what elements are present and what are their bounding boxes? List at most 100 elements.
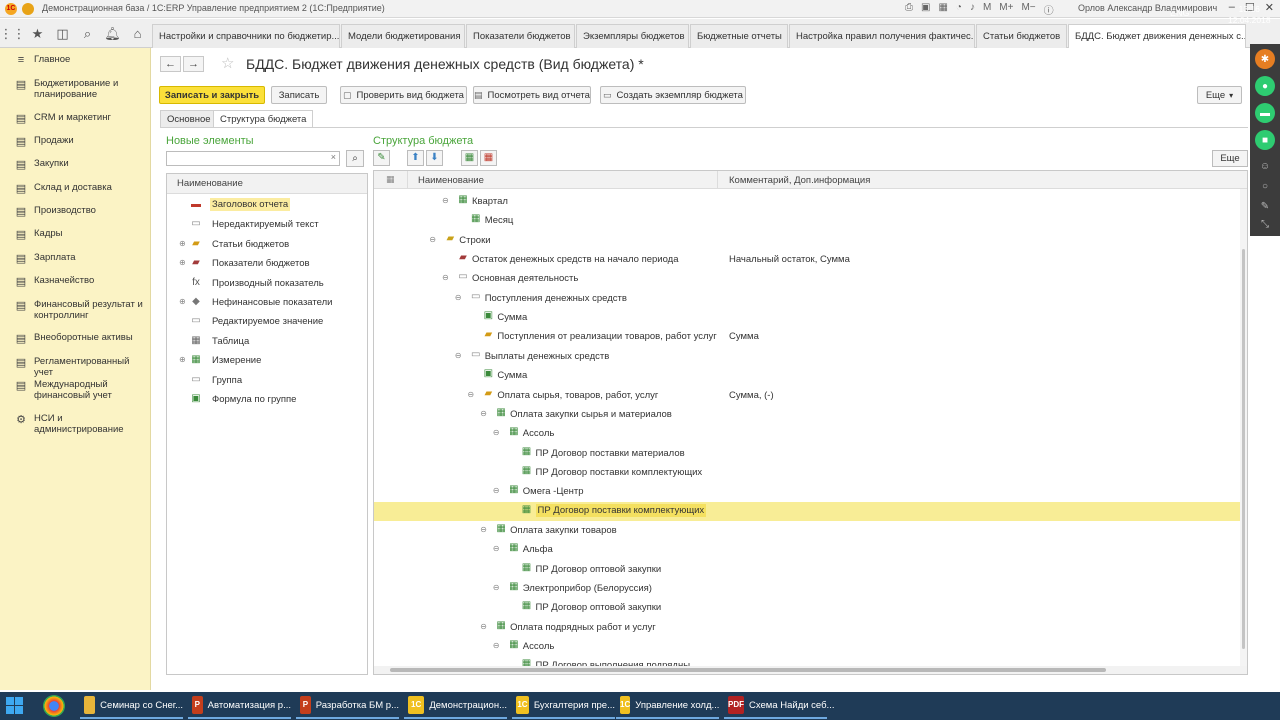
bell-icon[interactable]: ♪ bbox=[970, 2, 975, 17]
list-item[interactable]: ⊕ ▦ Измерение bbox=[167, 352, 367, 370]
tab-budget-items[interactable]: Статьи бюджетов× bbox=[976, 24, 1067, 48]
search-input[interactable]: × bbox=[166, 151, 340, 166]
move-down-button[interactable]: ⬇ bbox=[426, 150, 443, 166]
print-icon[interactable]: ⎙ bbox=[905, 2, 913, 17]
search-button[interactable]: ⌕ bbox=[346, 150, 364, 167]
favorite-star-icon[interactable]: ☆ bbox=[221, 54, 234, 72]
taskbar-app[interactable]: 1C Управление холд... bbox=[616, 693, 719, 719]
tab-main[interactable]: Основное bbox=[160, 110, 218, 128]
forward-button[interactable]: → bbox=[183, 56, 204, 72]
table-row[interactable]: ▦ ПР Договор поставки материалов bbox=[374, 444, 1247, 463]
close-icon[interactable]: × bbox=[1065, 31, 1066, 42]
table-row[interactable]: ⊖ ▰ Оплата сырья, товаров, работ, услуг Сум… bbox=[374, 386, 1247, 405]
search-icon[interactable]: ⌕ bbox=[75, 19, 100, 48]
list-item[interactable]: ▭ Редактируемое значение bbox=[167, 313, 367, 331]
table-row[interactable]: ⊖ ▦ Оплата закупки товаров bbox=[374, 521, 1247, 540]
list-item[interactable]: ▭ Нередактируемый текст bbox=[167, 216, 367, 234]
delete-button[interactable]: ▦ bbox=[480, 150, 497, 166]
expand-icon[interactable]: ⊖ bbox=[442, 273, 449, 282]
tab-budget-settings[interactable]: Настройки и справочники по бюджетир...× bbox=[152, 24, 340, 48]
table-row[interactable]: ⊖ ▦ Оплата закупки сырья и материалов bbox=[374, 405, 1247, 424]
table-row[interactable]: ▰ Поступления от реализации товаров, рабо… bbox=[374, 327, 1247, 346]
table-row[interactable]: ⊖ ▦ Омега -Центр bbox=[374, 482, 1247, 501]
vertical-scrollbar[interactable] bbox=[1240, 189, 1247, 667]
taskbar-app[interactable]: PDF Схема Найди себ... bbox=[724, 693, 834, 719]
move-up-button[interactable]: ⬆ bbox=[407, 150, 424, 166]
expand-icon[interactable]: ⊖ bbox=[493, 486, 500, 495]
more-button[interactable]: Еще ▾ bbox=[1197, 86, 1242, 104]
expand-icon[interactable]: ⊖ bbox=[480, 409, 487, 418]
list-item[interactable]: fx Производный показатель bbox=[167, 275, 367, 293]
apps-grid-icon[interactable]: ⋮⋮ bbox=[0, 19, 26, 48]
table-row[interactable]: ⊖ ▭ Основная деятельность bbox=[374, 269, 1247, 288]
create-instance-button[interactable]: ▭ Создать экземпляр бюджета bbox=[600, 86, 746, 104]
table-row[interactable]: ▰ Остаток денежных средств на начало пери… bbox=[374, 250, 1247, 269]
table-row[interactable]: ▣ Сумма bbox=[374, 366, 1247, 385]
taskbar-app[interactable]: P Разработка БМ р... bbox=[296, 693, 399, 719]
main-menu-icon[interactable] bbox=[22, 3, 34, 15]
close-icon[interactable]: × bbox=[787, 31, 788, 42]
expand-icon[interactable]: ⊖ bbox=[455, 351, 462, 360]
list-item[interactable]: ▣ Формула по группе bbox=[167, 391, 367, 409]
tab-budget-indicators[interactable]: Показатели бюджетов× bbox=[466, 24, 575, 48]
column-comment[interactable]: Комментарий, Доп.информация bbox=[729, 175, 870, 186]
connect-icon[interactable]: ✱ bbox=[1255, 49, 1275, 69]
clear-icon[interactable]: × bbox=[331, 152, 336, 162]
list-item[interactable]: ⊕ ◆ Нефинансовые показатели bbox=[167, 294, 367, 312]
table-row[interactable]: ⊖ ▦ Оплата подрядных работ и услуг bbox=[374, 618, 1247, 637]
expand-icon[interactable]: ⊖ bbox=[480, 525, 487, 534]
taskbar-app[interactable]: Семинар со Снег... bbox=[80, 693, 183, 719]
table-row[interactable]: ▦ Месяц bbox=[374, 211, 1247, 230]
structure-more-button[interactable]: Еще bbox=[1212, 150, 1248, 167]
table-row[interactable]: ⊖ ▭ Поступления денежных средств bbox=[374, 289, 1247, 308]
table-row[interactable]: ▣ Сумма bbox=[374, 308, 1247, 327]
table-row[interactable]: ▦ ПР Договор оптовой закупки bbox=[374, 598, 1247, 617]
horizontal-scrollbar[interactable] bbox=[374, 666, 1247, 674]
save-close-button[interactable]: Записать и закрыть bbox=[159, 86, 265, 104]
taskbar-app[interactable]: P Автоматизация р... bbox=[188, 693, 291, 719]
view-report-button[interactable]: ▤ Посмотреть вид отчета bbox=[473, 86, 591, 104]
user-name[interactable]: Орлов Александр Владимирович bbox=[1078, 3, 1217, 13]
history-icon[interactable]: ◔ bbox=[956, 2, 962, 17]
expand-icon[interactable]: ⊖ bbox=[429, 235, 436, 244]
expand-icon[interactable]: ⊖ bbox=[493, 641, 500, 650]
save-icon[interactable]: ▣ bbox=[921, 2, 930, 17]
table-row[interactable]: ⊖ ▦ Электроприбор (Белоруссия) bbox=[374, 579, 1247, 598]
table-row[interactable]: ⊖ ▭ Выплаты денежных средств bbox=[374, 347, 1247, 366]
users-icon[interactable]: ☺ bbox=[1255, 156, 1275, 176]
tab-fact-rules[interactable]: Настройка правил получения фактичес...× bbox=[789, 24, 975, 48]
info-icon[interactable]: ⓘ bbox=[1044, 2, 1054, 17]
table-row[interactable]: ⊖ ▦ Ассоль bbox=[374, 424, 1247, 443]
windows-start-icon[interactable] bbox=[6, 697, 24, 715]
grid-settings-icon[interactable]: ▦ bbox=[386, 174, 395, 185]
table-row[interactable]: ▦ ПР Договор поставки комплектующих bbox=[374, 501, 1247, 521]
expand-icon[interactable]: ⊖ bbox=[467, 390, 474, 399]
comment-icon[interactable]: ○ bbox=[1255, 176, 1275, 196]
tab-budget-instances[interactable]: Экземпляры бюджетов× bbox=[576, 24, 689, 48]
check-budget-button[interactable]: ▢ Проверить вид бюджета bbox=[340, 86, 467, 104]
expand-icon[interactable]: ⊕ bbox=[179, 239, 186, 248]
home-icon[interactable]: ⌂ bbox=[125, 19, 150, 48]
list-item[interactable]: ⊕ ▰ Статьи бюджетов bbox=[167, 236, 367, 254]
table-row[interactable]: ▦ ПР Договор оптовой закупки bbox=[374, 560, 1247, 579]
edit-button[interactable]: ✎ bbox=[373, 150, 390, 166]
table-row[interactable]: ⊖ ▦ Ассоль bbox=[374, 637, 1247, 656]
expand-icon[interactable]: ⊕ bbox=[179, 258, 186, 267]
tab-bdds[interactable]: БДДС. Бюджет движения денежных с...× bbox=[1068, 24, 1246, 48]
video-icon[interactable]: ■ bbox=[1255, 130, 1275, 150]
column-name[interactable]: Наименование bbox=[418, 175, 484, 186]
table-row[interactable]: ⊖ ▰ Строки bbox=[374, 231, 1247, 250]
taskbar-app[interactable]: 1C Демонстрацион... bbox=[404, 693, 507, 719]
list-item[interactable]: ▦ Таблица bbox=[167, 333, 367, 351]
resize-icon[interactable]: ⤡ bbox=[1255, 214, 1275, 234]
clock[interactable]: 13:16 12.04.2018 bbox=[1228, 4, 1271, 26]
tab-budget-reports[interactable]: Бюджетные отчеты× bbox=[690, 24, 788, 48]
list-item[interactable]: ▭ Группа bbox=[167, 372, 367, 390]
save-button[interactable]: Записать bbox=[271, 86, 327, 104]
taskbar-app[interactable]: 1C Бухгалтерия пре... bbox=[512, 693, 615, 719]
microphone-icon[interactable]: ● bbox=[1255, 76, 1275, 96]
expand-icon[interactable]: ⊕ bbox=[179, 355, 186, 364]
back-button[interactable]: ← bbox=[160, 56, 181, 72]
list-item[interactable]: ⊕ ▰ Показатели бюджетов bbox=[167, 255, 367, 273]
history-list-icon[interactable]: ◫ bbox=[50, 19, 75, 48]
